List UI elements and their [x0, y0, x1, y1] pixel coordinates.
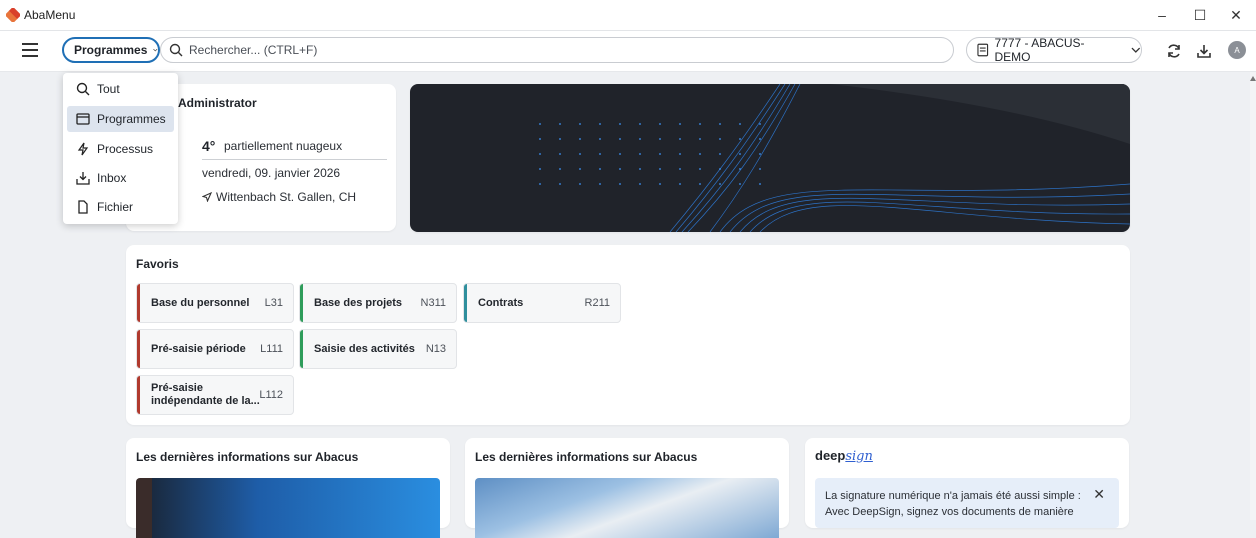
favorite-code: L112	[259, 389, 283, 401]
programmes-dropdown-menu: Tout Programmes Processus Inbox Fichier	[63, 73, 178, 224]
window-icon	[75, 111, 91, 127]
favorite-label-line2: indépendante de la...	[151, 395, 260, 407]
news-card[interactable]: Les dernières informations sur Abacus	[465, 438, 789, 538]
abacus-logo-icon	[6, 8, 20, 22]
deepsign-logo-prefix: deep	[815, 448, 846, 463]
color-bar	[464, 284, 467, 322]
favorite-label: Pré-saisie indépendante de la...	[151, 382, 260, 408]
favorite-code: L111	[260, 343, 283, 355]
menu-item-label: Programmes	[97, 112, 166, 126]
search-placeholder: Rechercher... (CTRL+F)	[189, 43, 318, 57]
company-label: 7777 - ABACUS-DEMO	[994, 36, 1085, 64]
programmes-dropdown-button[interactable]: Programmes	[62, 37, 160, 63]
inbox-icon	[75, 170, 91, 186]
menu-item-label: Processus	[97, 142, 154, 156]
color-bar	[300, 330, 303, 368]
temperature: 4°	[202, 138, 216, 154]
search-icon	[169, 43, 183, 57]
favorite-code: N311	[420, 297, 446, 309]
chevron-down-icon	[153, 48, 158, 52]
favorite-tile[interactable]: Base du personnel L31	[136, 283, 294, 323]
search-input[interactable]: Rechercher... (CTRL+F)	[160, 37, 954, 63]
deepsign-notice-text: La signature numérique n'a jamais été au…	[825, 488, 1085, 520]
location-arrow-icon	[201, 191, 213, 203]
menu-item-programmes[interactable]: Programmes	[67, 106, 174, 132]
menu-item-tout[interactable]: Tout	[67, 76, 174, 102]
location-label: Wittenbach St. Gallen, CH	[216, 190, 357, 204]
deepsign-notice-line1: La signature numérique n'a jamais été au…	[825, 490, 1081, 502]
programmes-button-label: Programmes	[74, 43, 148, 57]
news-image[interactable]	[475, 478, 779, 538]
wave-lines-graphic	[539, 84, 1130, 232]
favorites-panel: Favoris Base du personnel L31 Base des p…	[126, 245, 1130, 425]
menu-item-label: Fichier	[97, 200, 134, 214]
favorite-code: L31	[264, 297, 283, 309]
news-title: Les dernières informations sur Abacus	[475, 450, 698, 464]
news-title: Les dernières informations sur Abacus	[136, 450, 359, 464]
document-icon	[977, 43, 989, 57]
minimize-button[interactable]: –	[1142, 0, 1182, 30]
favorites-title: Favoris	[136, 257, 179, 271]
favorite-label-line1: Pré-saisie	[151, 382, 203, 394]
close-window-button[interactable]: ✕	[1216, 0, 1256, 30]
favorite-code: R211	[584, 297, 610, 309]
user-name: Administrator	[178, 96, 257, 110]
favorite-label: Base du personnel	[151, 297, 250, 309]
deepsign-logo: deepsign	[815, 448, 873, 464]
news-image[interactable]	[136, 478, 440, 538]
favorite-tile[interactable]: Saisie des activités N13	[299, 329, 457, 369]
hamburger-menu-icon[interactable]	[22, 43, 38, 57]
current-date: vendredi, 09. janvier 2026	[202, 166, 341, 180]
favorite-label: Contrats	[478, 297, 524, 309]
color-bar	[300, 284, 303, 322]
favorite-tile[interactable]: Base des projets N311	[299, 283, 457, 323]
deepsign-card: deepsign La signature numérique n'a jama…	[805, 438, 1129, 528]
favorite-tile[interactable]: Pré-saisie période L111	[136, 329, 294, 369]
maximize-button[interactable]: ☐	[1180, 0, 1220, 30]
close-notice-button[interactable]: ✕	[1093, 486, 1105, 503]
menu-item-fichier[interactable]: Fichier	[67, 194, 174, 220]
location: Wittenbach St. Gallen, CH	[201, 190, 357, 204]
file-icon	[75, 199, 91, 215]
refresh-icon[interactable]	[1164, 41, 1184, 61]
weather-description: partiellement nuageux	[224, 139, 343, 153]
chevron-down-icon	[1131, 47, 1141, 53]
news-card[interactable]: Les dernières informations sur Abacus	[126, 438, 450, 538]
menu-item-label: Inbox	[97, 171, 127, 185]
company-selector[interactable]: 7777 - ABACUS-DEMO	[966, 36, 1142, 64]
scrollbar[interactable]	[1250, 72, 1256, 520]
favorite-label: Base des projets	[314, 297, 403, 309]
app-title: AbaMenu	[24, 8, 76, 22]
favorite-label: Pré-saisie période	[151, 343, 246, 355]
favorite-tile[interactable]: Pré-saisie indépendante de la... L112	[136, 375, 294, 415]
favorite-code: N13	[425, 343, 446, 355]
menu-item-label: Tout	[97, 82, 120, 96]
favorite-label: Saisie des activités	[314, 343, 415, 355]
main-toolbar: Programmes Rechercher... (CTRL+F) 7777 -…	[0, 31, 1256, 72]
divider	[202, 159, 387, 160]
color-bar	[137, 376, 140, 414]
color-bar	[137, 330, 140, 368]
scroll-up-arrow-icon[interactable]	[1250, 76, 1256, 81]
hero-banner	[410, 84, 1130, 232]
menu-item-inbox[interactable]: Inbox	[67, 165, 174, 191]
deepsign-logo-script: sign	[845, 449, 873, 464]
favorite-tile[interactable]: Contrats R211	[463, 283, 621, 323]
deepsign-notice-line2: Avec DeepSign, signez vos documents de m…	[825, 506, 1074, 518]
color-bar	[137, 284, 140, 322]
user-avatar[interactable]: A	[1228, 41, 1246, 59]
window-titlebar: AbaMenu – ☐ ✕	[0, 0, 1256, 31]
menu-item-processus[interactable]: Processus	[67, 136, 174, 162]
deepsign-notice: La signature numérique n'a jamais été au…	[815, 478, 1119, 528]
search-icon	[75, 81, 91, 97]
download-icon[interactable]	[1194, 41, 1214, 61]
bolt-icon	[75, 141, 91, 157]
